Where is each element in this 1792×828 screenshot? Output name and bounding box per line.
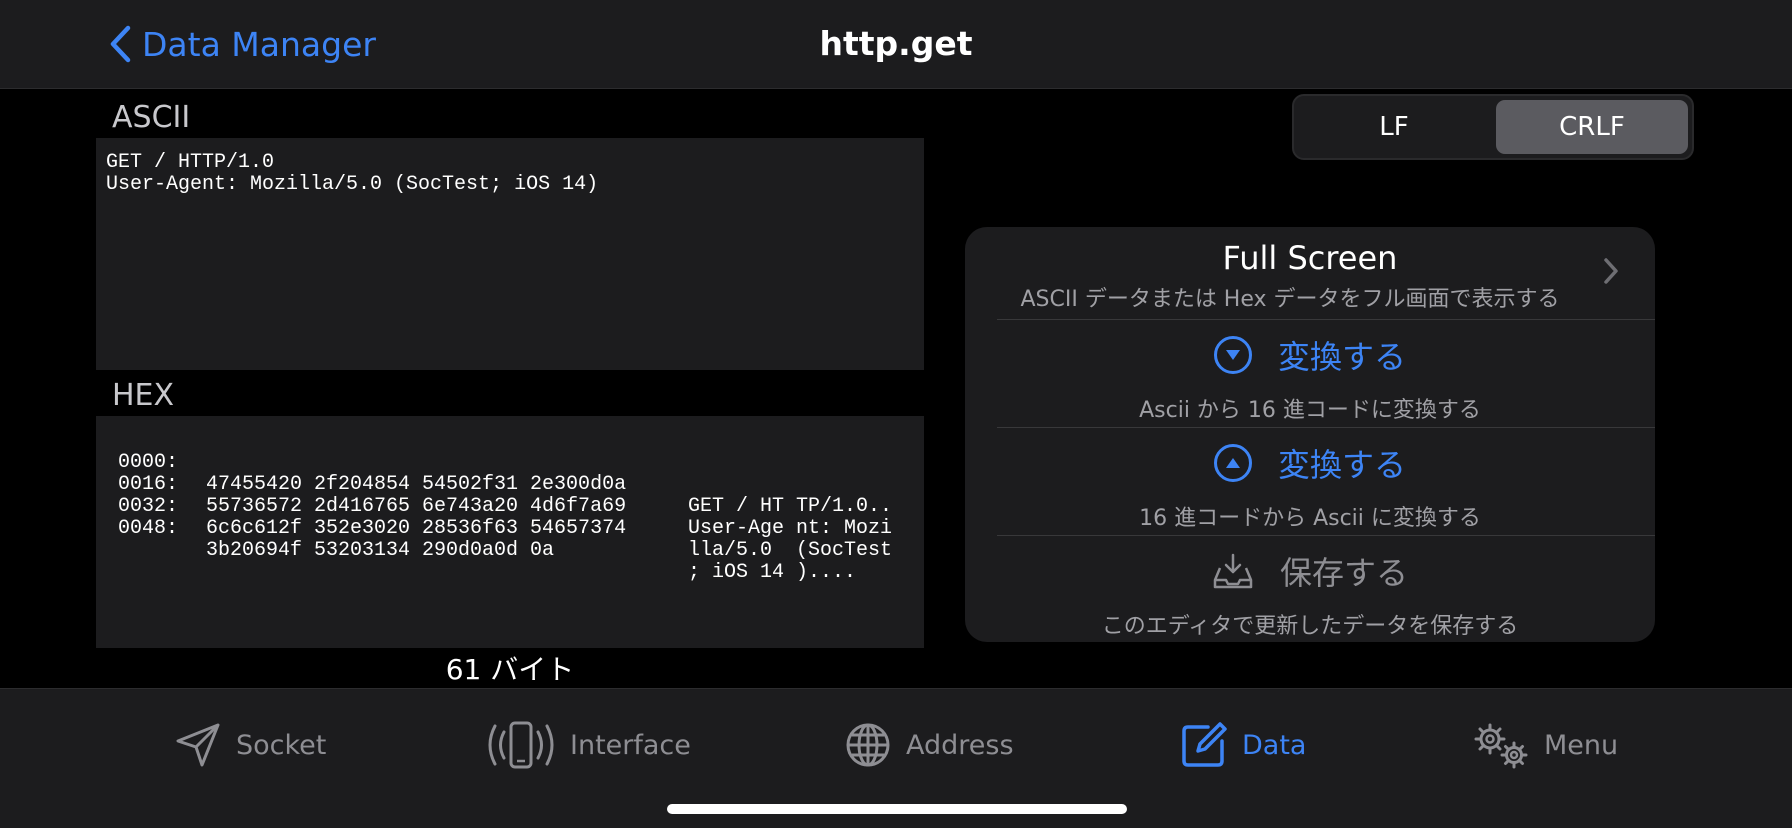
tab-label: Data <box>1242 729 1307 761</box>
convert-to-hex-button[interactable]: 変換する <box>965 330 1655 380</box>
page-title: http.get <box>819 24 973 63</box>
tab-data[interactable]: Data <box>1180 717 1306 773</box>
hex-bytes: 3b20694f 53203134 290d0a0d 0a <box>206 539 555 562</box>
full-screen-title: Full Screen <box>1222 239 1398 277</box>
gears-icon <box>1474 723 1528 769</box>
hex-ascii: ; iOS 14 ).... <box>688 561 857 584</box>
tab-address[interactable]: Address <box>844 717 1014 773</box>
hex-bytes: 6c6c612f 352e3020 28536f63 54657374 <box>206 517 627 540</box>
save-label: 保存する <box>1279 554 1408 592</box>
phone-signal-icon <box>488 721 554 769</box>
globe-icon <box>846 723 890 767</box>
hex-row: 0048: 3b20694f 53203134 290d0a0d 0a ; iO… <box>118 496 856 606</box>
save-row[interactable]: 保存する このエディタで更新したデータを保存する <box>965 536 1655 642</box>
convert-to-hex-subtitle: Ascii から 16 進コードに変換する <box>1139 398 1481 423</box>
convert-to-ascii-button[interactable]: 変換する <box>965 438 1655 488</box>
segment-lf[interactable]: LF <box>1298 100 1490 154</box>
tab-label: Socket <box>236 729 327 761</box>
hex-address: 0048: <box>118 517 179 540</box>
ascii-line: GET / HTTP/1.0 <box>106 151 275 174</box>
hex-ascii: GET / HT TP/1.0.. <box>688 495 893 518</box>
convert-to-hex-row[interactable]: 変換する Ascii から 16 進コードに変換する <box>965 320 1655 427</box>
tab-label: Menu <box>1544 729 1619 761</box>
full-screen-subtitle: ASCII データまたは Hex データをフル画面で表示する <box>1020 287 1560 312</box>
tab-label: Address <box>906 729 1014 761</box>
tray-download-icon <box>1213 553 1253 589</box>
paperplane-icon <box>176 723 220 767</box>
navigation-bar: Data Manager http.get <box>0 0 1792 89</box>
byte-count: 61 バイト <box>445 653 575 686</box>
tab-menu[interactable]: Menu <box>1472 717 1618 773</box>
tab-label: Interface <box>570 729 691 761</box>
convert-to-ascii-label: 変換する <box>1277 446 1406 484</box>
screen: Data Manager http.get ASCII GET / HTTP/1… <box>0 0 1792 828</box>
convert-to-ascii-subtitle: 16 進コードから Ascii に変換する <box>1139 506 1481 531</box>
arrow-down-circle-icon <box>1213 336 1252 374</box>
ascii-editor[interactable]: GET / HTTP/1.0 User-Agent: Mozilla/5.0 (… <box>96 138 924 370</box>
actions-card: Full Screen ASCII データまたは Hex データをフル画面で表示… <box>965 227 1655 642</box>
hex-ascii: lla/5.0 (SocTest <box>688 539 893 562</box>
hex-bytes: 55736572 2d416765 6e743a20 4d6f7a69 <box>206 495 627 518</box>
ascii-content: GET / HTTP/1.0 User-Agent: Mozilla/5.0 (… <box>106 152 598 196</box>
hex-ascii: User-Age nt: Mozi <box>688 517 893 540</box>
convert-to-ascii-row[interactable]: 変換する 16 進コードから Ascii に変換する <box>965 428 1655 535</box>
tab-bar: Socket Interface Address Data Menu <box>0 688 1792 828</box>
hex-bytes: 47455420 2f204854 54502f31 2e300d0a <box>206 473 627 496</box>
full-screen-row[interactable]: Full Screen ASCII データまたは Hex データをフル画面で表示… <box>965 227 1655 319</box>
segment-crlf[interactable]: CRLF <box>1496 100 1688 154</box>
line-ending-segmented-control: LF CRLF <box>1292 94 1694 160</box>
hex-heading: HEX <box>112 378 175 413</box>
ascii-line: User-Agent: Mozilla/5.0 (SocTest; iOS 14… <box>106 173 599 196</box>
tab-interface[interactable]: Interface <box>486 717 691 773</box>
convert-to-hex-label: 変換する <box>1277 338 1406 376</box>
chevron-right-icon <box>1604 258 1618 284</box>
save-button[interactable]: 保存する <box>965 546 1655 596</box>
ascii-heading: ASCII <box>112 100 191 135</box>
edit-icon <box>1182 722 1227 767</box>
home-indicator[interactable] <box>667 804 1127 814</box>
arrow-up-circle-icon <box>1213 444 1252 482</box>
tab-socket[interactable]: Socket <box>174 717 326 773</box>
save-subtitle: このエディタで更新したデータを保存する <box>1101 614 1519 639</box>
hex-editor[interactable]: 0000: 47455420 2f204854 54502f31 2e300d0… <box>96 416 924 648</box>
